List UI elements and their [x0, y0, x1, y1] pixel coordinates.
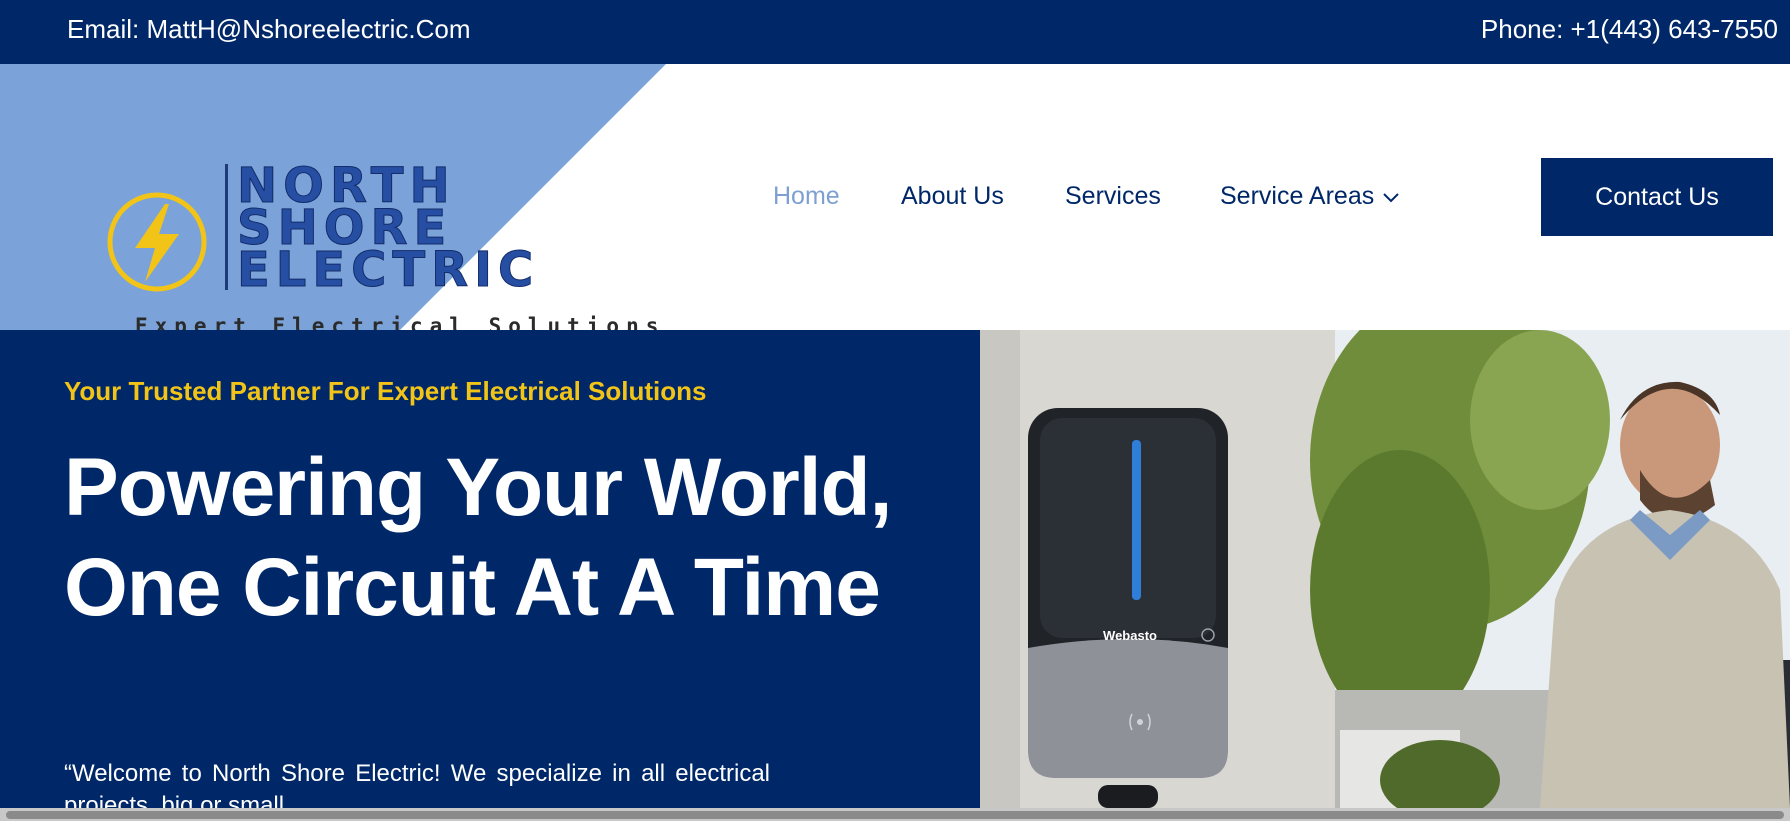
hero-image: Webasto [980, 330, 1790, 808]
charger-brand-label: Webasto [1103, 628, 1157, 643]
scrollbar-thumb[interactable] [6, 811, 1784, 819]
nav-service-areas-label: Service Areas [1220, 182, 1375, 210]
horizontal-scrollbar[interactable] [0, 808, 1790, 821]
top-contact-bar: Email: MattH@Nshoreelectric.Com Phone: +… [0, 0, 1790, 64]
site-logo[interactable]: NORTH SHORE ELECTRIC Expert Electrical S… [105, 112, 658, 338]
ev-charger-photo: Webasto [980, 330, 1790, 808]
logo-word-electric: ELECTRIC [236, 242, 540, 298]
nav-about-us[interactable]: About Us [901, 182, 1004, 211]
email-link[interactable]: Email: MattH@Nshoreelectric.Com [67, 14, 470, 45]
nav-service-areas[interactable]: Service Areas [1220, 182, 1400, 211]
lightning-bolt-icon [107, 192, 207, 292]
logo-divider [225, 164, 228, 290]
chevron-down-icon [1383, 193, 1399, 203]
hero-section: Your Trusted Partner For Expert Electric… [0, 330, 980, 821]
site-header: NORTH SHORE ELECTRIC Expert Electrical S… [0, 64, 1790, 338]
hero-title: Powering Your World, One Circuit At A Ti… [64, 442, 892, 633]
contact-us-button[interactable]: Contact Us [1541, 158, 1773, 236]
phone-link[interactable]: Phone: +1(443) 643-7550 [1481, 14, 1778, 45]
hero-kicker: Your Trusted Partner For Expert Electric… [64, 376, 707, 406]
nav-home[interactable]: Home [773, 182, 840, 211]
nav-services[interactable]: Services [1065, 182, 1161, 211]
